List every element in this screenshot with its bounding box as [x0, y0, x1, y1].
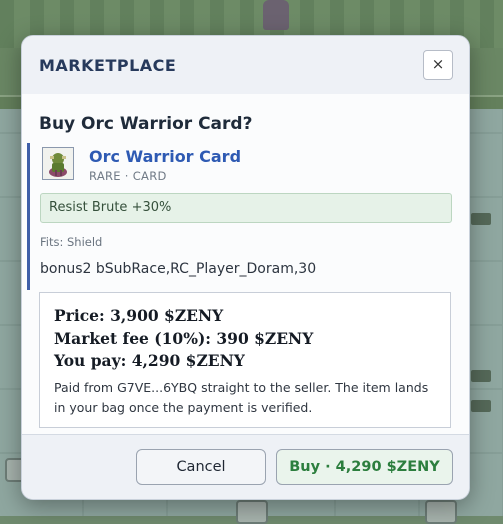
price-line: Price: 3,900 $ZENY [54, 306, 224, 325]
background-character [263, 0, 289, 30]
orc-warrior-card-icon [42, 147, 74, 180]
close-button[interactable]: × [423, 50, 453, 80]
dialog-body: Buy Orc Warrior Card? Orc Warrior Card R… [22, 94, 469, 435]
background-marker [471, 370, 491, 382]
dialog-footer: Cancel Buy · 4,290 $ZENY [22, 434, 469, 499]
dialog-header: MARKETPLACE × [22, 36, 469, 95]
item-script: bonus2 bSubRace,RC_Player_Doram,30 [40, 261, 317, 277]
price-summary: Price: 3,900 $ZENY Market fee (10%): 390… [39, 292, 451, 428]
background-tile [236, 500, 268, 524]
item-details: Orc Warrior Card RARE · CARD Resist Brut… [27, 143, 455, 290]
background-tile [425, 500, 457, 524]
item-fits-slot: Fits: Shield [40, 235, 103, 249]
total-pay-line: You pay: 4,290 $ZENY [54, 351, 245, 370]
item-effect: Resist Brute +30% [40, 193, 452, 223]
marketplace-dialog: MARKETPLACE × Buy Orc Warrior Card? Orc … [21, 35, 470, 500]
confirm-question: Buy Orc Warrior Card? [39, 114, 253, 134]
item-name: Orc Warrior Card [89, 147, 242, 166]
payment-note: Paid from G7VE...6YBQ straight to the se… [54, 380, 429, 415]
market-fee-line: Market fee (10%): 390 $ZENY [54, 329, 314, 348]
cancel-button[interactable]: Cancel [136, 449, 266, 485]
item-rarity-type: RARE · CARD [89, 169, 167, 183]
buy-button[interactable]: Buy · 4,290 $ZENY [276, 449, 453, 485]
dialog-title: MARKETPLACE [39, 56, 177, 75]
background-marker [471, 213, 491, 225]
background-marker [471, 400, 491, 412]
